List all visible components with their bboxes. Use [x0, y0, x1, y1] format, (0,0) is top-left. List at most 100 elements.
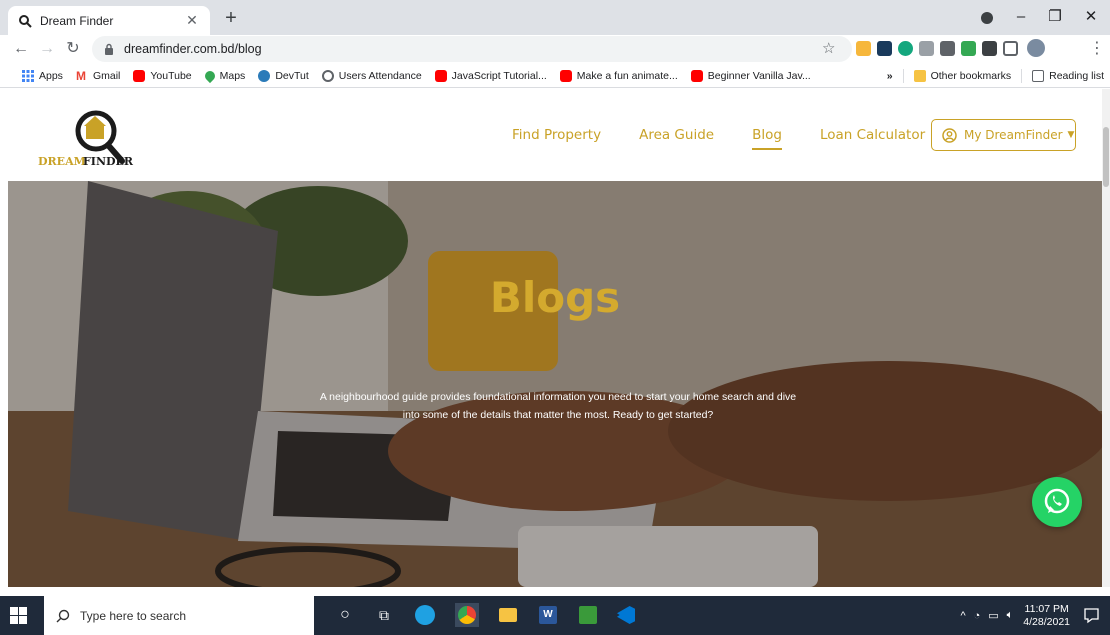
- bookmark-gmail[interactable]: M Gmail: [76, 70, 120, 82]
- browser-toolbar: ← → ↻ dreamfinder.com.bd/blog ☆ ⋮: [0, 35, 1110, 63]
- file-explorer-icon[interactable]: [496, 603, 520, 627]
- nav-loan-calculator[interactable]: Loan Calculator: [820, 127, 925, 143]
- hero-overlay: [8, 181, 1102, 587]
- my-dreamfinder-button[interactable]: My DreamFinder ▼: [931, 119, 1076, 151]
- bookmark-make-fun-animate[interactable]: Make a fun animate...: [559, 69, 678, 82]
- svg-text:DREAM: DREAM: [38, 155, 86, 168]
- reload-button[interactable]: ↻: [62, 38, 84, 60]
- back-button[interactable]: ←: [10, 38, 32, 60]
- tab-close-icon[interactable]: ✕: [184, 12, 200, 29]
- tab-title: Dream Finder: [40, 13, 114, 28]
- nav-find-property[interactable]: Find Property: [512, 127, 601, 143]
- extension-shield-icon[interactable]: [961, 41, 976, 56]
- page-scrollbar[interactable]: [1102, 89, 1110, 587]
- youtube-icon: [559, 69, 572, 82]
- nav-area-guide[interactable]: Area Guide: [639, 127, 714, 143]
- hero-description: A neighbourhood guide provides foundatio…: [319, 391, 797, 421]
- extension-thumbs-icon[interactable]: [856, 41, 871, 56]
- url-text: dreamfinder.com.bd/blog: [124, 42, 262, 56]
- volume-icon[interactable]: 🔈︎: [1007, 609, 1014, 622]
- whatsapp-chat-button[interactable]: [1032, 477, 1082, 527]
- taskbar-search-input[interactable]: Type here to search: [44, 596, 314, 635]
- bookmark-beginner-vanilla[interactable]: Beginner Vanilla Jav...: [690, 69, 811, 82]
- address-bar[interactable]: dreamfinder.com.bd/blog: [92, 36, 852, 62]
- profile-icon[interactable]: [981, 12, 993, 24]
- bookmark-devtut[interactable]: DevTut: [258, 69, 309, 82]
- dreamfinder-logo[interactable]: DREAM FINDER: [36, 105, 136, 169]
- reading-list-icon[interactable]: [1003, 41, 1018, 56]
- lock-icon: [105, 43, 113, 55]
- notifications-icon[interactable]: [1083, 607, 1100, 624]
- bookmark-users-attendance[interactable]: Users Attendance: [321, 69, 422, 82]
- wifi-icon[interactable]: ◔: [974, 610, 981, 622]
- user-avatar[interactable]: [1027, 39, 1045, 57]
- extension-camera-icon[interactable]: [919, 41, 934, 56]
- bookmark-star-icon[interactable]: ☆: [822, 39, 835, 57]
- reading-list-icon: [1032, 70, 1045, 82]
- bookmark-label: Beginner Vanilla Jav...: [707, 69, 811, 82]
- bookmarks-right: » Other bookmarks Reading list: [887, 64, 1104, 88]
- bookmark-maps[interactable]: Maps: [202, 68, 246, 83]
- bookmark-label: Make a fun animate...: [576, 69, 678, 82]
- edge-icon[interactable]: [413, 603, 437, 627]
- apps-grid-icon: [22, 69, 34, 82]
- forward-button[interactable]: →: [36, 38, 58, 60]
- windows-taskbar: Type here to search ○ ⧉ W ^ ◔ ▭ 🔈︎ 11:07…: [0, 596, 1110, 635]
- user-circle-icon: [942, 127, 957, 143]
- hero-banner: Blogs A neighbourhood guide provides fou…: [8, 181, 1102, 587]
- bookmark-label: DevTut: [275, 69, 309, 82]
- web-page: DREAM FINDER Find Property Area Guide Bl…: [0, 89, 1102, 587]
- minimize-button[interactable]: –: [1006, 6, 1036, 28]
- bookmark-label: Maps: [219, 69, 246, 82]
- youtube-icon: [133, 69, 146, 82]
- app-green-icon[interactable]: [576, 603, 600, 627]
- extension-react-icon[interactable]: [877, 41, 892, 56]
- cortana-icon[interactable]: ○: [333, 603, 357, 627]
- extension-news-icon[interactable]: [940, 41, 955, 56]
- browser-tab-strip: Dream Finder ✕ + – ❐ ✕: [0, 0, 1110, 35]
- close-window-button[interactable]: ✕: [1076, 6, 1106, 28]
- account-label: My DreamFinder: [964, 128, 1063, 142]
- site-header: DREAM FINDER Find Property Area Guide Bl…: [0, 89, 1102, 181]
- bookmark-label: Apps: [39, 69, 63, 82]
- bookmarks-bar: Apps M Gmail YouTube Maps DevTut Users A…: [0, 64, 1110, 88]
- chrome-menu-icon[interactable]: ⋮: [1086, 38, 1108, 60]
- word-icon[interactable]: W: [536, 603, 560, 627]
- windows-start-icon[interactable]: [10, 607, 27, 624]
- other-bookmarks-link[interactable]: Other bookmarks: [931, 70, 1012, 82]
- extensions-puzzle-icon[interactable]: [982, 41, 997, 56]
- divider: [902, 69, 904, 83]
- dreamfinder-favicon-icon: [19, 14, 32, 28]
- whatsapp-icon: [1044, 488, 1070, 514]
- bookmark-label: Gmail: [92, 69, 121, 82]
- extension-grammarly-icon[interactable]: [898, 41, 913, 56]
- bookmark-youtube[interactable]: YouTube: [133, 69, 192, 82]
- scrollbar-thumb[interactable]: [1103, 127, 1109, 187]
- search-placeholder: Type here to search: [80, 608, 187, 623]
- show-hidden-icons-chevron-icon[interactable]: ^: [960, 610, 965, 622]
- youtube-icon: [434, 69, 447, 82]
- chrome-icon[interactable]: [455, 603, 479, 627]
- task-view-icon[interactable]: ⧉: [372, 603, 396, 627]
- svg-text:FINDER: FINDER: [83, 155, 134, 168]
- reading-list-link[interactable]: Reading list: [1049, 70, 1104, 82]
- new-tab-button[interactable]: +: [220, 7, 242, 29]
- bookmark-javascript-tutorial[interactable]: JavaScript Tutorial...: [434, 69, 547, 82]
- vscode-icon[interactable]: [614, 603, 638, 627]
- browser-tab[interactable]: Dream Finder ✕: [8, 6, 210, 35]
- search-icon: [56, 609, 70, 622]
- system-tray: ^ ◔ ▭ 🔈︎ 11:07 PM 4/28/2021: [952, 596, 1070, 635]
- bookmark-label: Users Attendance: [338, 69, 422, 82]
- divider: [1021, 69, 1023, 83]
- nav-blog[interactable]: Blog: [752, 127, 782, 150]
- chevron-down-icon: ▼: [1067, 130, 1075, 140]
- folder-icon: [913, 70, 926, 82]
- battery-icon[interactable]: ▭: [988, 609, 998, 622]
- gmail-icon: M: [75, 68, 86, 83]
- system-clock[interactable]: 11:07 PM 4/28/2021: [1023, 603, 1070, 629]
- bookmark-apps[interactable]: Apps: [22, 69, 63, 82]
- more-bookmarks-chevron-icon[interactable]: »: [887, 70, 893, 82]
- restore-button[interactable]: ❐: [1040, 6, 1070, 28]
- bookmark-label: JavaScript Tutorial...: [451, 69, 547, 82]
- main-navigation: Find Property Area Guide Blog Loan Calcu…: [512, 127, 963, 150]
